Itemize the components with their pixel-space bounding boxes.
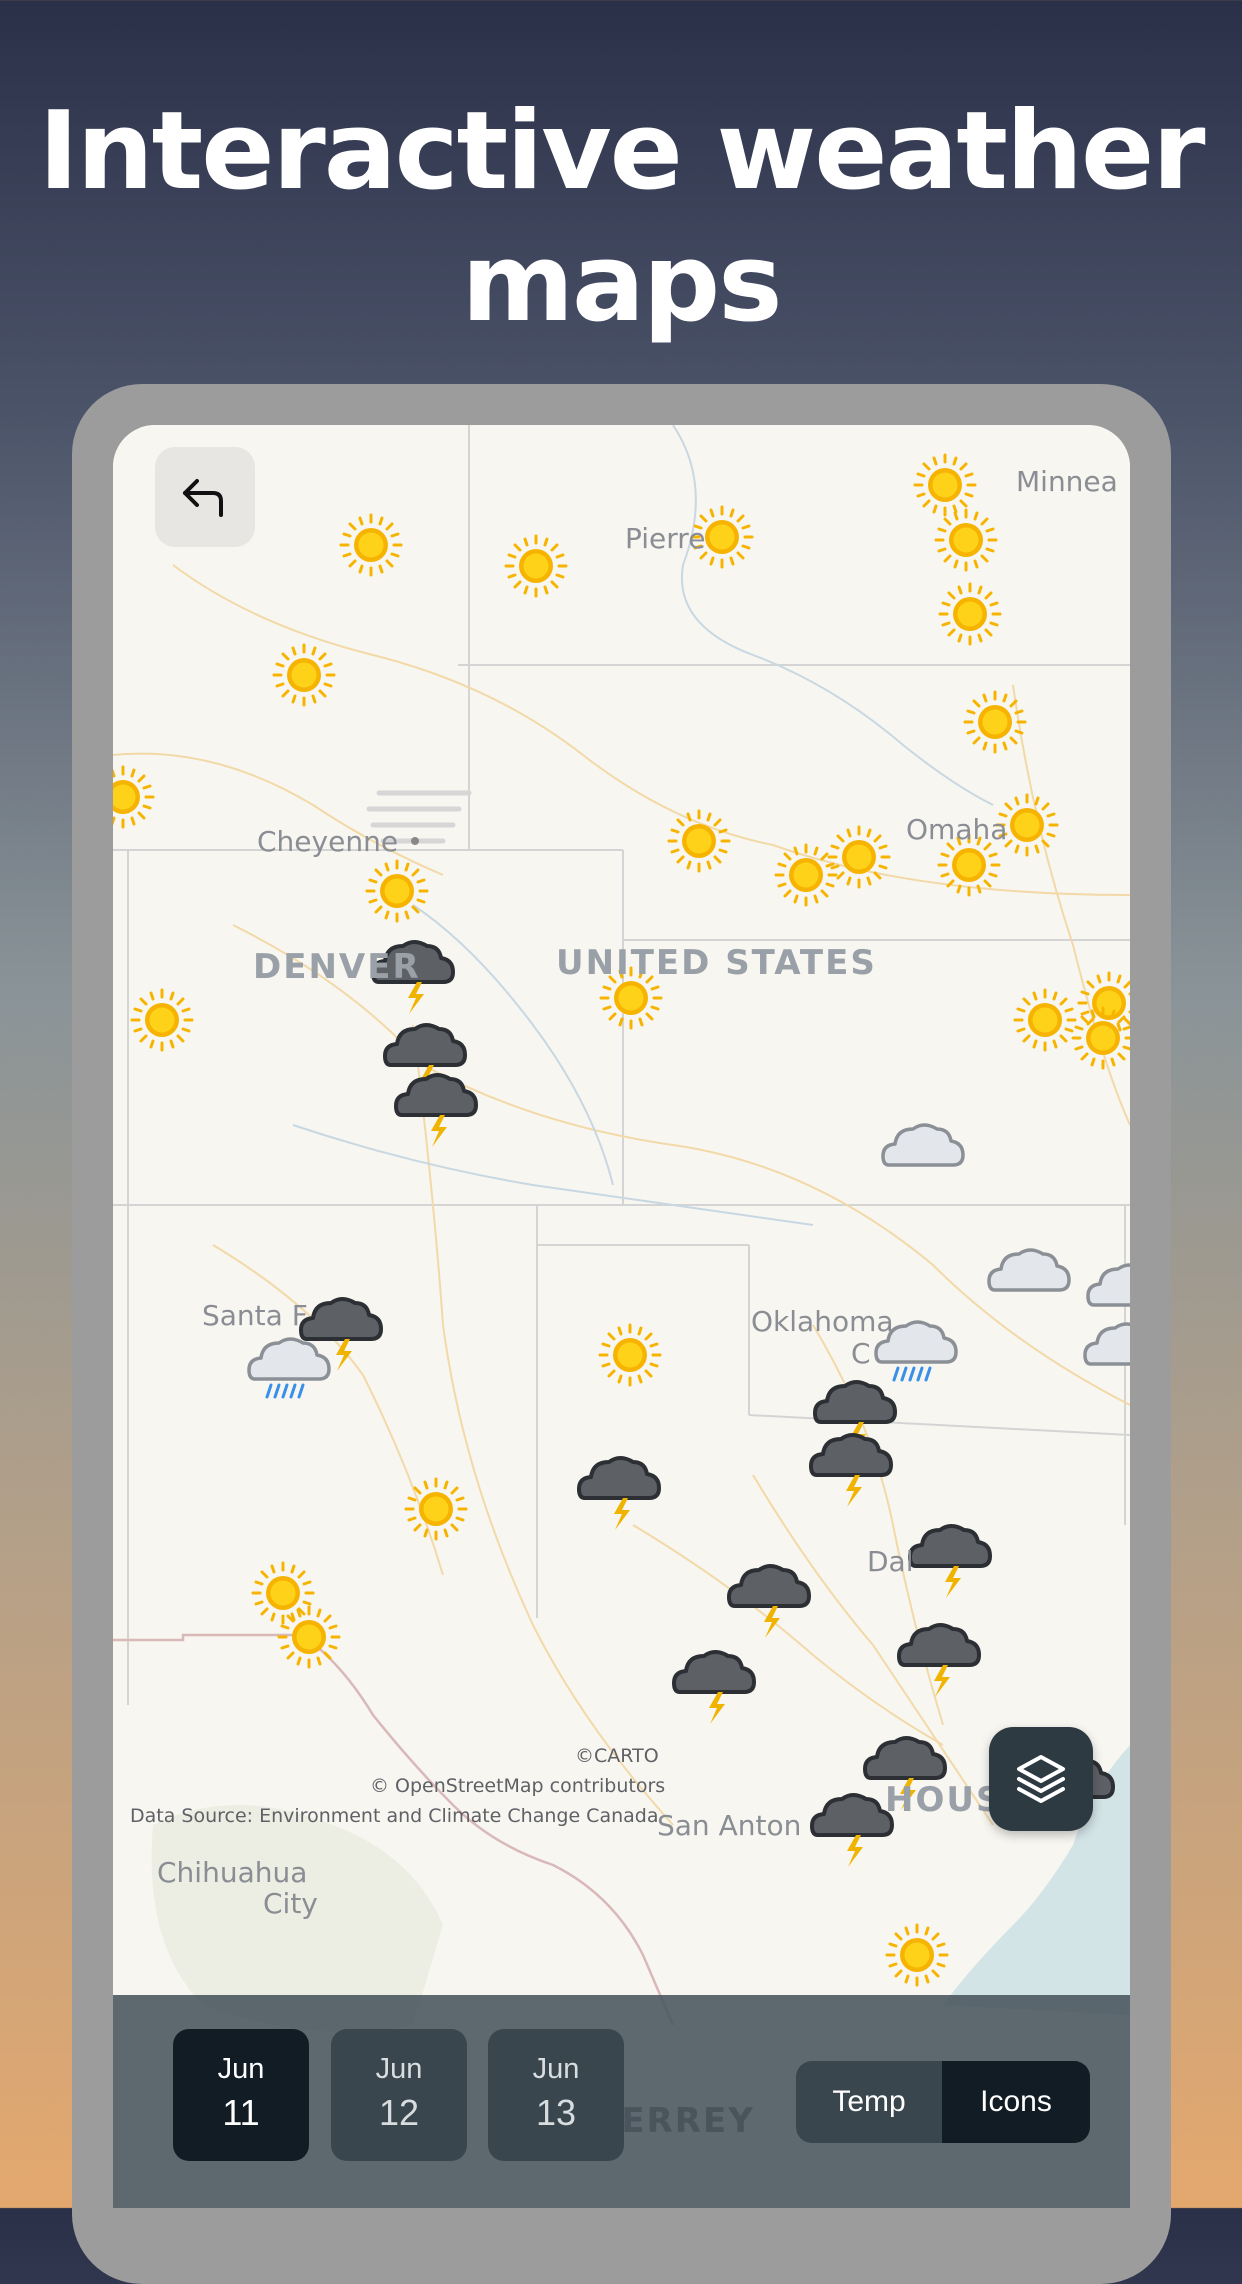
city-label-san-antonio: San Anton xyxy=(657,1809,802,1842)
city-label-omaha: Omaha xyxy=(906,813,1008,846)
date-month: Jun xyxy=(532,2053,580,2085)
city-label-pierre: Pierre xyxy=(625,522,706,555)
city-label-dallas: Dal xyxy=(867,1545,914,1578)
attribution-carto[interactable]: ©CARTO xyxy=(575,1745,659,1767)
city-label-chihuahua: Chihuahua xyxy=(157,1856,308,1889)
city-label-oklahoma-city: C xyxy=(851,1337,871,1370)
country-label-united-states: UNITED STATES xyxy=(556,943,877,983)
date-day: 13 xyxy=(535,2092,577,2133)
headline-line-1: Interactive weather xyxy=(38,89,1206,214)
headline-line-2: maps xyxy=(461,221,782,346)
bottom-control-bar: MONTERREY Jun 11 Jun 12 Jun 13 Temp Icon… xyxy=(113,1995,1130,2208)
toggle-temp[interactable]: Temp xyxy=(796,2061,942,2143)
date-button-jun-11[interactable]: Jun 11 xyxy=(173,2029,309,2161)
date-day: 12 xyxy=(378,2092,420,2133)
date-day: 11 xyxy=(222,2092,260,2133)
date-month: Jun xyxy=(217,2053,265,2085)
city-label-cheyenne: Cheyenne xyxy=(257,825,399,858)
city-label-denver: DENVER xyxy=(253,947,421,987)
city-label-houston: HOUS xyxy=(885,1780,1003,1820)
city-label-minneapolis: Minnea xyxy=(1016,465,1118,498)
display-mode-toggle: Temp Icons xyxy=(796,2061,1090,2143)
layers-button[interactable] xyxy=(989,1727,1093,1831)
phone-screen: Minnea Pierre Cheyenne Omaha DENVER UNIT… xyxy=(113,425,1130,2208)
headline: Interactive weather maps xyxy=(0,86,1242,350)
toggle-icons[interactable]: Icons xyxy=(942,2061,1090,2143)
date-button-jun-12[interactable]: Jun 12 xyxy=(331,2029,467,2161)
city-label-oklahoma: Oklahoma xyxy=(751,1305,894,1338)
date-button-jun-13[interactable]: Jun 13 xyxy=(488,2029,624,2161)
back-button[interactable] xyxy=(155,447,255,547)
city-label-chihuahua-city: City xyxy=(263,1887,318,1920)
layers-icon xyxy=(1017,1755,1065,1803)
back-arrow-icon xyxy=(183,479,223,517)
attribution-data-source: Data Source: Environment and Climate Cha… xyxy=(130,1805,659,1827)
city-label-santa-fe: Santa F xyxy=(202,1299,308,1332)
date-month: Jun xyxy=(375,2053,423,2085)
attribution-osm[interactable]: © OpenStreetMap contributors xyxy=(370,1775,665,1797)
